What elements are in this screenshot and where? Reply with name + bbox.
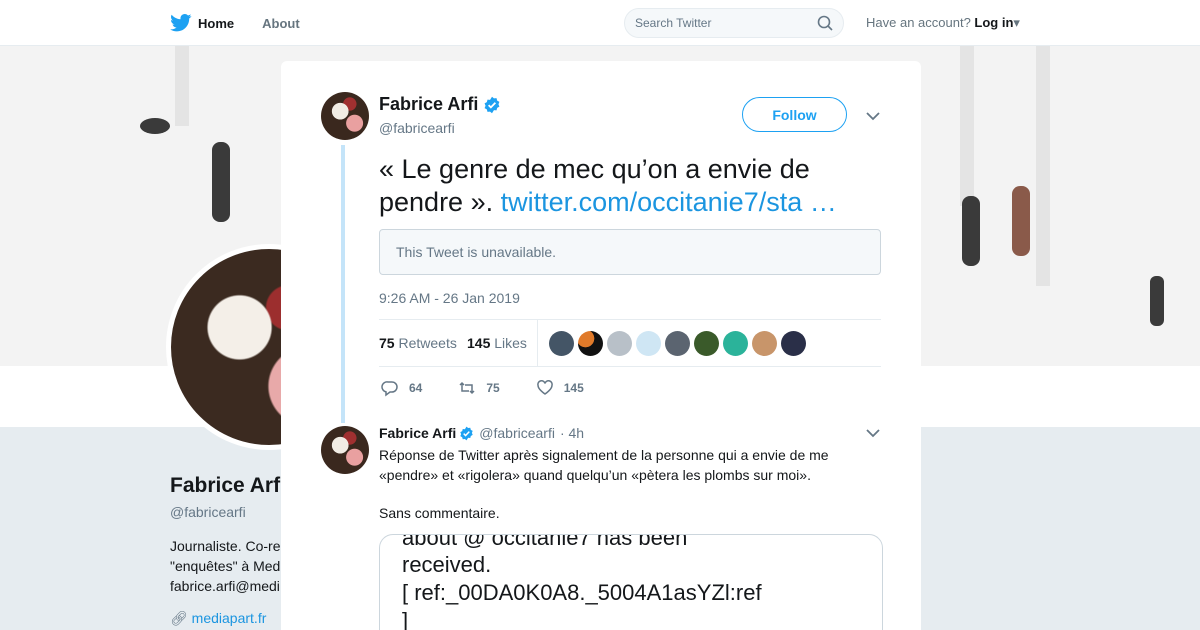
retweets-count: 75 bbox=[379, 335, 395, 351]
author-handle[interactable]: @fabricearfi bbox=[379, 120, 455, 136]
media-text-line: ] bbox=[402, 608, 409, 630]
reply-author-avatar[interactable] bbox=[321, 426, 369, 474]
tweet-link[interactable]: twitter.com/occitanie7/sta … bbox=[501, 187, 837, 217]
media-text-line: received. bbox=[402, 552, 492, 577]
likes-label: Likes bbox=[494, 335, 527, 351]
tweet-actions: 64 75 145 bbox=[381, 379, 620, 397]
liker-avatar[interactable] bbox=[578, 331, 603, 356]
retweets-stat[interactable]: 75 Retweets bbox=[379, 335, 457, 351]
tweet-timestamp[interactable]: 9:26 AM - 26 Jan 2019 bbox=[379, 290, 520, 306]
stats-divider bbox=[537, 320, 538, 366]
retweets-label: Retweets bbox=[398, 335, 457, 351]
liker-avatar[interactable] bbox=[665, 331, 690, 356]
liker-avatar[interactable] bbox=[549, 331, 574, 356]
follow-button[interactable]: Follow bbox=[742, 97, 847, 132]
reply-count: 64 bbox=[409, 381, 423, 395]
tweet-text: « Le genre de mec qu’on a envie de pendr… bbox=[379, 153, 879, 219]
liker-avatar[interactable] bbox=[636, 331, 661, 356]
reply-action[interactable]: 64 bbox=[381, 379, 422, 397]
reply-icon[interactable] bbox=[381, 379, 399, 397]
retweet-action[interactable]: 75 bbox=[458, 379, 500, 397]
author-name[interactable]: Fabrice Arfi bbox=[379, 94, 478, 115]
reply-time[interactable]: · 4h bbox=[560, 425, 584, 441]
liker-avatar[interactable] bbox=[607, 331, 632, 356]
like-count: 145 bbox=[563, 381, 584, 395]
author-name-row[interactable]: Fabrice Arfi bbox=[379, 94, 501, 115]
likes-count: 145 bbox=[467, 335, 491, 351]
liker-avatar[interactable] bbox=[694, 331, 719, 356]
reply-media-image[interactable]: about @ occitanie7 has been received. [ … bbox=[379, 534, 883, 630]
reply-author-handle[interactable]: @fabricearfi bbox=[479, 425, 555, 441]
media-text-line: about @ occitanie7 has been bbox=[402, 534, 688, 550]
retweet-icon[interactable] bbox=[458, 379, 476, 397]
chevron-down-icon[interactable] bbox=[866, 428, 880, 438]
liker-avatar[interactable] bbox=[752, 331, 777, 356]
tweet-modal: Fabrice Arfi @fabricearfi Follow « Le ge… bbox=[281, 61, 921, 630]
verified-badge-icon bbox=[484, 96, 500, 113]
likes-stat[interactable]: 145 Likes bbox=[467, 335, 527, 351]
tweet-stats: 75 Retweets 145 Likes bbox=[379, 319, 881, 367]
thread-line bbox=[341, 145, 345, 423]
reply-text: Réponse de Twitter après signalement de … bbox=[379, 447, 829, 483]
like-action[interactable]: 145 bbox=[536, 379, 584, 397]
liker-avatar[interactable] bbox=[781, 331, 806, 356]
retweet-count: 75 bbox=[486, 381, 500, 395]
likers-avatars bbox=[549, 331, 810, 356]
close-icon[interactable]: ✕ bbox=[1154, 9, 1179, 39]
author-avatar[interactable] bbox=[321, 92, 369, 140]
unavailable-quote-card: This Tweet is unavailable. bbox=[379, 229, 881, 275]
media-text-line: [ ref:_00DA0K0A8._5004A1asYZl:ref bbox=[402, 580, 762, 605]
reply-author-name[interactable]: Fabrice Arfi bbox=[379, 425, 456, 441]
reply-text-second: Sans commentaire. bbox=[379, 505, 500, 521]
liker-avatar[interactable] bbox=[723, 331, 748, 356]
heart-icon[interactable] bbox=[536, 379, 554, 397]
chevron-down-icon[interactable] bbox=[866, 111, 880, 121]
verified-badge-icon bbox=[460, 426, 473, 440]
reply-header: Fabrice Arfi @fabricearfi · 4h bbox=[379, 425, 584, 441]
